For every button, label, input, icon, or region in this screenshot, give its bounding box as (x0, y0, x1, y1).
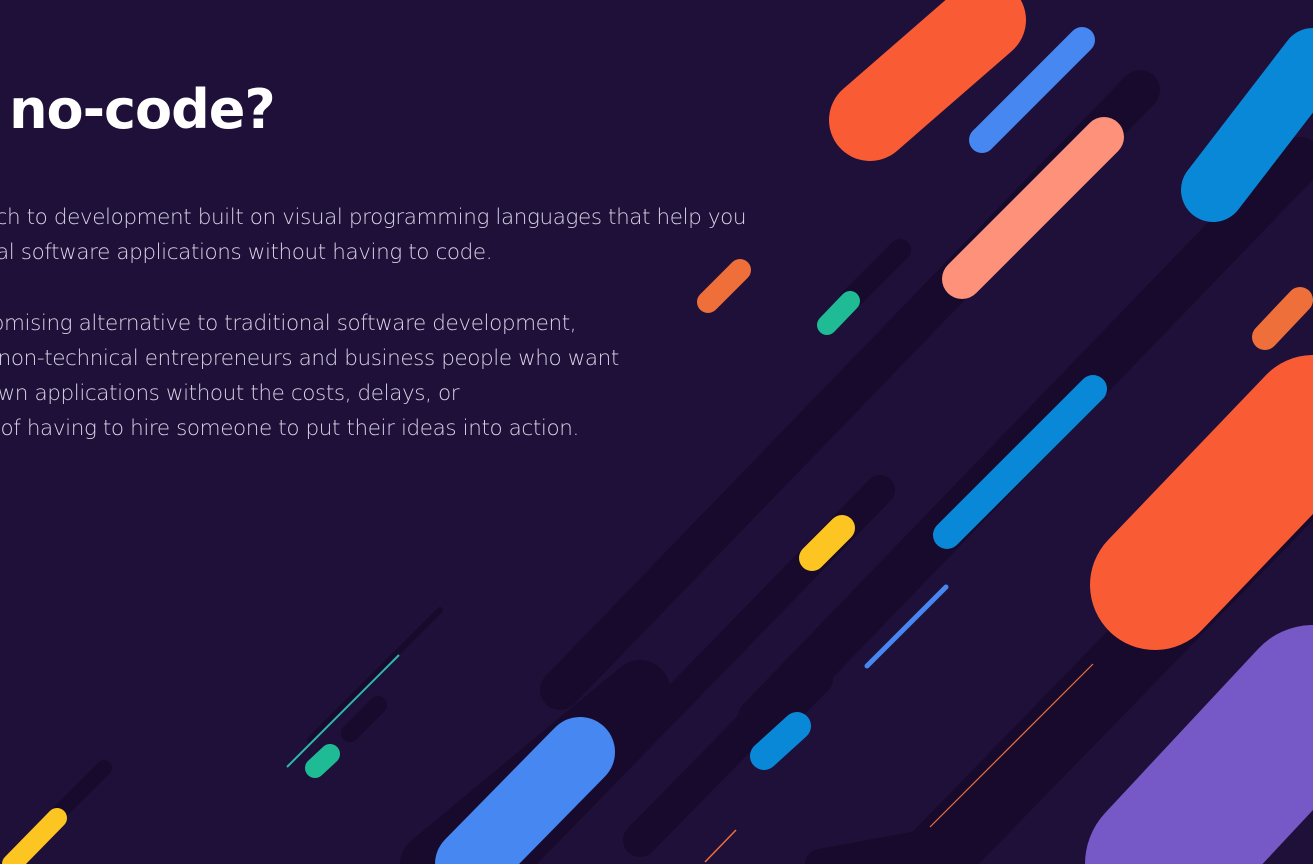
stripe-cyan-mid (933, 375, 1107, 549)
paragraph-benefits-line: or non-technical entrepreneurs and busin… (0, 346, 619, 371)
stripe-blue-bottom (435, 717, 615, 864)
stripe-purple (1085, 625, 1313, 864)
stripe-salmon (942, 117, 1124, 299)
paragraph-benefits-line: r own applications without the costs, de… (0, 381, 460, 406)
paragraph-benefits-line: ns of having to hire someone to put thei… (0, 416, 579, 441)
paragraph-benefits: promising alternative to traditional sof… (0, 306, 619, 446)
stripe-orange-thin-bottom (704, 829, 737, 863)
paragraph-intro-line: oach to development built on visual prog… (0, 205, 747, 230)
paragraph-intro-line: onal software applications without havin… (0, 240, 493, 265)
stripe-orange-small (697, 259, 751, 313)
stripe-green-bottom (305, 744, 340, 778)
stripe-green-small (817, 291, 860, 335)
slide: t is no-code? oach to development built … (0, 0, 1313, 864)
stripe-orange-top (829, 0, 1026, 161)
stripe-orange-right-small (1252, 287, 1313, 350)
paragraph-intro: oach to development built on visual prog… (0, 200, 747, 270)
slide-title: t is no-code? (0, 78, 276, 141)
stripe-yellow-bottom (2, 808, 67, 864)
paragraph-benefits-line: promising alternative to traditional sof… (0, 311, 577, 336)
stripe-orange-big (1090, 355, 1313, 650)
